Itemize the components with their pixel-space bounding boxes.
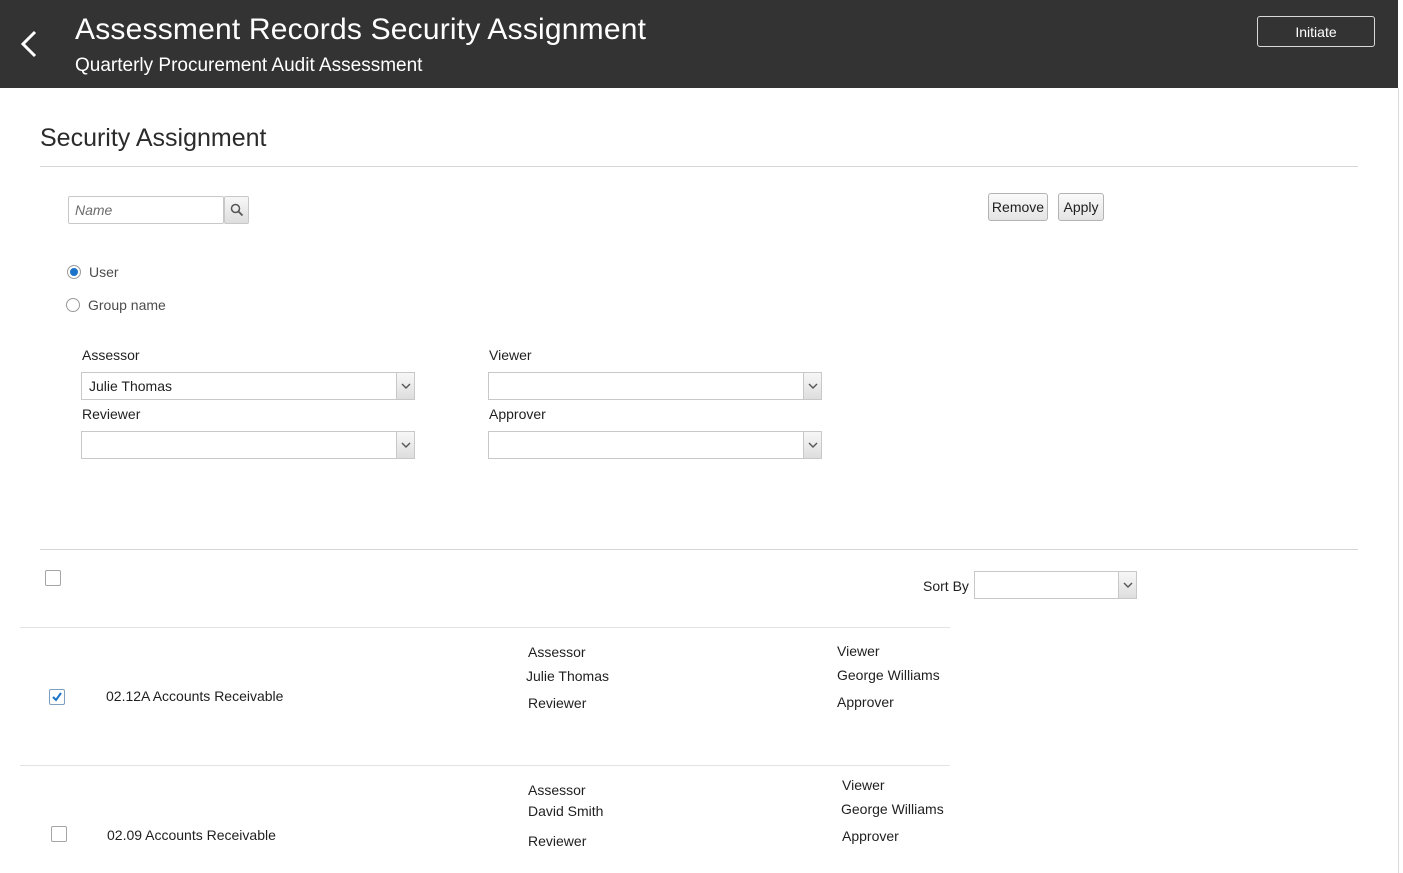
row-approver-label: Approver — [842, 828, 899, 844]
list-divider — [40, 549, 1358, 550]
apply-button[interactable]: Apply — [1058, 193, 1104, 221]
name-search-input[interactable] — [68, 196, 224, 224]
row-name: 02.12A Accounts Receivable — [106, 688, 284, 704]
row-divider — [20, 627, 950, 628]
chevron-down-icon — [808, 442, 817, 448]
row-viewer-label: Viewer — [842, 777, 885, 793]
reviewer-select[interactable] — [81, 431, 415, 459]
row-viewer-value: George Williams — [841, 801, 944, 817]
row-assessor-value: David Smith — [528, 803, 604, 819]
search-icon — [230, 203, 243, 217]
radio-group-name-indicator[interactable] — [66, 298, 80, 312]
row-viewer-value: George Williams — [837, 667, 940, 683]
section-divider — [40, 166, 1358, 167]
radio-user-indicator[interactable] — [67, 265, 81, 279]
radio-group-name[interactable]: Group name — [66, 297, 166, 313]
select-all-checkbox[interactable] — [45, 570, 61, 586]
row-assessor-label: Assessor — [528, 782, 586, 798]
checkmark-icon — [52, 692, 62, 702]
back-button[interactable] — [14, 24, 46, 64]
initiate-button[interactable]: Initiate — [1257, 16, 1375, 47]
sort-by-dropdown-button[interactable] — [1118, 572, 1136, 598]
assessor-select[interactable]: Julie Thomas — [81, 372, 415, 400]
row-checkbox[interactable] — [49, 689, 65, 705]
search-button[interactable] — [224, 196, 249, 224]
page-title: Assessment Records Security Assignment — [75, 13, 647, 46]
reviewer-dropdown-button[interactable] — [396, 432, 414, 458]
radio-user[interactable]: User — [67, 264, 119, 280]
row-assessor-value: Julie Thomas — [526, 668, 610, 684]
right-border — [1398, 88, 1399, 873]
row-reviewer-label: Reviewer — [528, 833, 587, 849]
assessor-dropdown-button[interactable] — [396, 373, 414, 399]
row-name: 02.09 Accounts Receivable — [107, 827, 276, 843]
approver-field-label: Approver — [489, 406, 546, 422]
reviewer-field-label: Reviewer — [82, 406, 141, 422]
chevron-down-icon — [401, 442, 410, 448]
row-reviewer-label: Reviewer — [528, 695, 587, 711]
chevron-down-icon — [401, 383, 410, 389]
chevron-left-icon — [20, 30, 37, 58]
viewer-select[interactable] — [488, 372, 822, 400]
row-divider — [20, 765, 950, 766]
radio-group-name-label: Group name — [88, 297, 166, 313]
sort-by-label: Sort By — [923, 578, 969, 594]
page-header: Assessment Records Security Assignment Q… — [0, 0, 1398, 88]
chevron-down-icon — [808, 383, 817, 389]
viewer-dropdown-button[interactable] — [803, 373, 821, 399]
sort-by-select[interactable] — [974, 571, 1137, 599]
assessor-field-label: Assessor — [82, 347, 140, 363]
approver-select[interactable] — [488, 431, 822, 459]
approver-dropdown-button[interactable] — [803, 432, 821, 458]
page-subtitle: Quarterly Procurement Audit Assessment — [75, 55, 423, 76]
viewer-field-label: Viewer — [489, 347, 532, 363]
section-title: Security Assignment — [40, 124, 267, 152]
row-viewer-label: Viewer — [837, 643, 880, 659]
remove-button[interactable]: Remove — [988, 193, 1048, 221]
row-approver-label: Approver — [837, 694, 894, 710]
row-checkbox[interactable] — [51, 826, 67, 842]
row-assessor-label: Assessor — [528, 644, 586, 660]
assessor-select-value: Julie Thomas — [89, 378, 173, 394]
chevron-down-icon — [1123, 582, 1132, 588]
radio-user-label: User — [89, 264, 119, 280]
